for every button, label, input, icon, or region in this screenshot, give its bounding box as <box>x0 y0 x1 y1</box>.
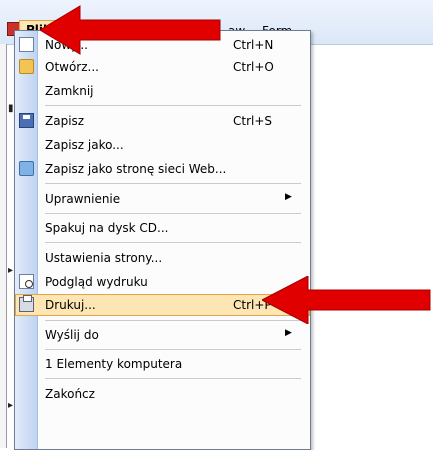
menu-item-spakuj[interactable]: Spakuj na dysk CD... <box>15 217 310 239</box>
menu-separator <box>45 183 301 184</box>
menu-separator <box>45 213 301 214</box>
menu-item-zakoncz[interactable]: Zakończ <box>15 383 310 405</box>
file-menu-dropdown: Nowy... Ctrl+N Otwórz... Ctrl+O Zamknij … <box>14 30 311 450</box>
background-mark: ▸ <box>8 265 14 276</box>
menu-item-label: 1 Elementy komputera <box>45 357 183 371</box>
menu-item-shortcut: Ctrl+S <box>233 114 273 128</box>
new-document-icon <box>19 37 34 52</box>
printer-icon <box>19 295 34 312</box>
menu-item-zapisz[interactable]: Zapisz Ctrl+S <box>15 110 310 132</box>
menu-separator <box>45 242 301 243</box>
menu-item-label: Drukuj... <box>45 298 96 312</box>
menu-item-ustawienia-strony[interactable]: Ustawienia strony... <box>15 247 310 269</box>
menu-item-zapisz-web[interactable]: Zapisz jako stronę sieci Web... <box>15 158 310 180</box>
menu-item-uprawnienie[interactable]: Uprawnienie ▶ <box>15 188 310 210</box>
menu-separator <box>45 105 301 106</box>
menu-item-label: Zamknij <box>45 84 94 98</box>
menu-item-label: Zakończ <box>45 387 95 401</box>
open-folder-icon <box>19 59 34 74</box>
menu-item-wyslij-do[interactable]: Wyślij do ▶ <box>15 324 310 346</box>
web-page-icon <box>19 161 34 176</box>
background-mark: ▮ <box>8 103 14 114</box>
menu-item-zamknij[interactable]: Zamknij <box>15 80 310 102</box>
menu-item-label: Podgląd wydruku <box>45 275 148 289</box>
menu-item-label: Otwórz... <box>45 60 99 74</box>
annotation-arrow-icon <box>262 276 431 324</box>
submenu-arrow-icon: ▶ <box>285 192 292 202</box>
submenu-arrow-icon: ▶ <box>285 328 292 338</box>
menu-item-zapisz-jako[interactable]: Zapisz jako... <box>15 134 310 156</box>
menu-item-shortcut: Ctrl+O <box>233 60 274 74</box>
menu-item-recent-file[interactable]: 1 Elementy komputera <box>15 353 310 375</box>
print-preview-icon <box>19 274 34 289</box>
background-window-edge <box>0 44 7 448</box>
menu-item-label: Uprawnienie <box>45 192 121 206</box>
menu-item-label: Spakuj na dysk CD... <box>45 221 169 235</box>
annotation-arrow-icon <box>40 5 221 55</box>
menu-item-label: Zapisz jako stronę sieci Web... <box>45 162 227 176</box>
menu-item-label: Wyślij do <box>45 328 99 342</box>
menu-separator <box>45 349 301 350</box>
background-mark: ▸ <box>8 400 14 411</box>
menu-item-otworz[interactable]: Otwórz... Ctrl+O <box>15 56 310 78</box>
menu-separator <box>45 378 301 379</box>
menu-item-label: Ustawienia strony... <box>45 251 163 265</box>
menu-item-label: Zapisz <box>45 114 85 128</box>
save-disk-icon <box>19 113 34 128</box>
menu-item-label: Zapisz jako... <box>45 138 124 152</box>
